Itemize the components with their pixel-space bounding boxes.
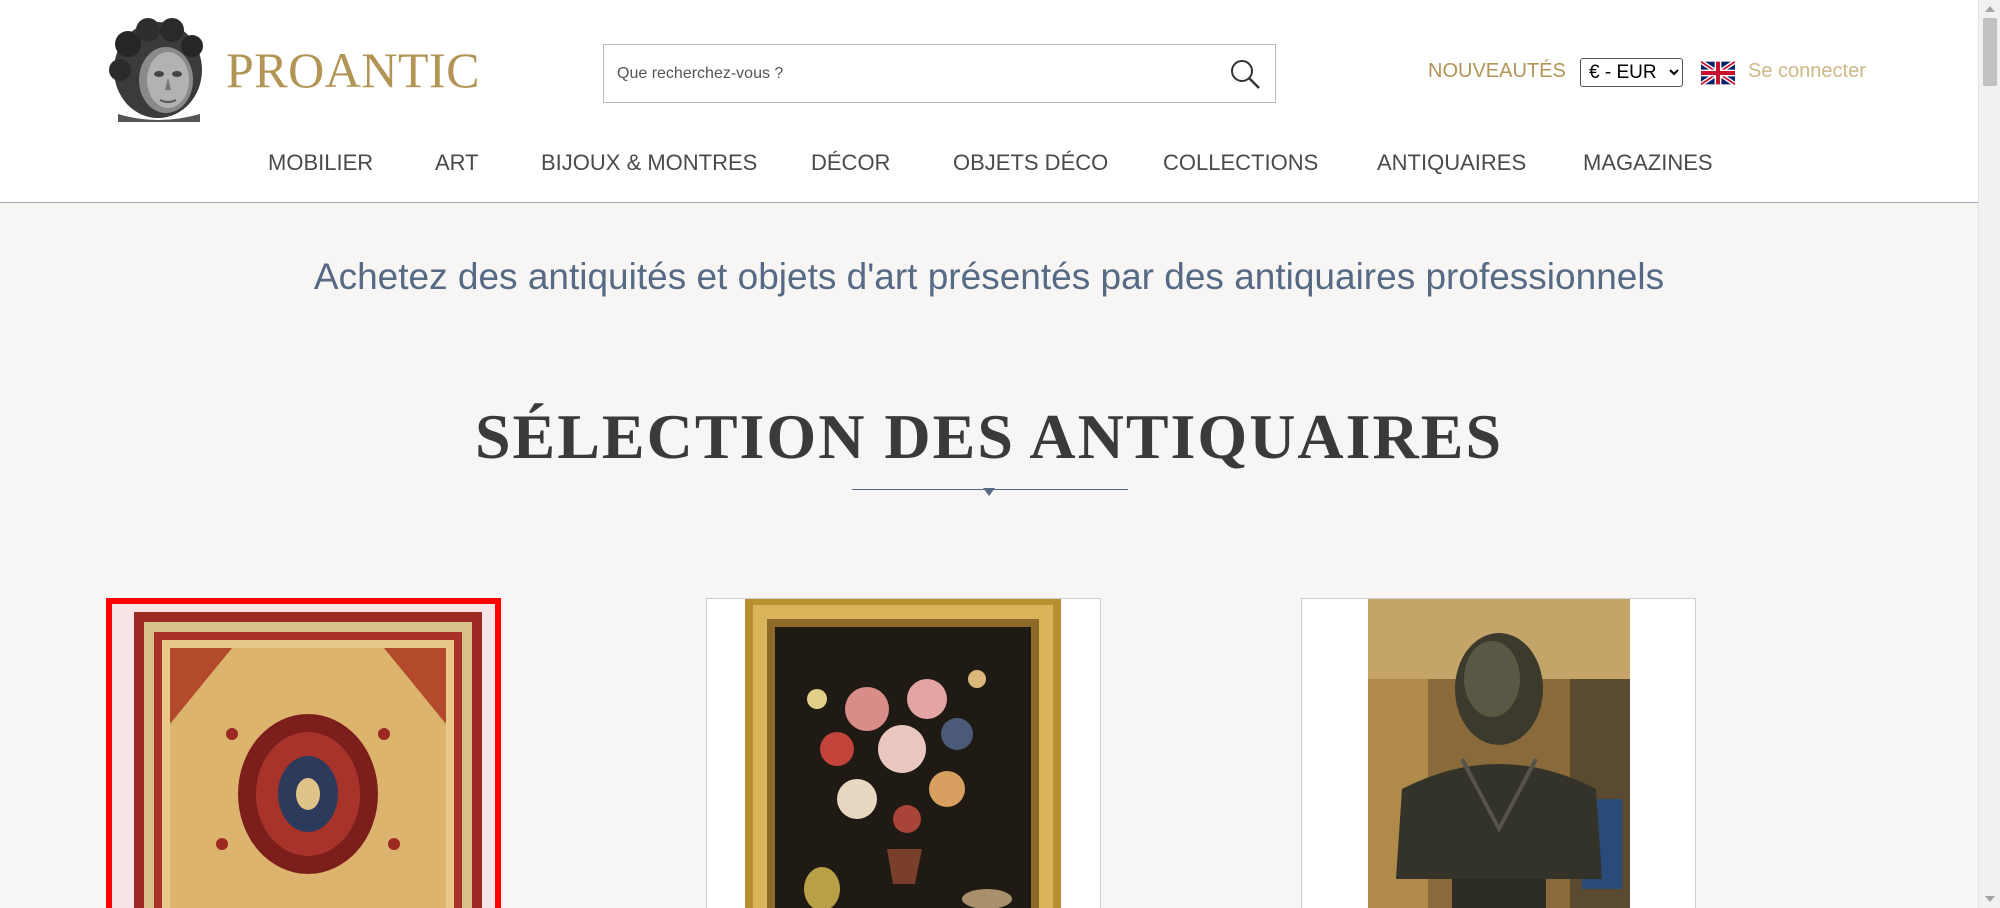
nav-item-art[interactable]: ART	[435, 150, 479, 176]
flower-still-life-painting-image	[707, 599, 1100, 908]
nav-item-collections[interactable]: COLLECTIONS	[1163, 150, 1318, 176]
currency-select[interactable]: € - EUR	[1580, 58, 1683, 87]
search-input[interactable]	[604, 45, 1215, 102]
search-icon	[1231, 59, 1260, 89]
site-header: PROANTIC NOUVEAUTÉS € - EUR Se connecter…	[0, 0, 1978, 203]
product-card-bust[interactable]	[1301, 598, 1696, 908]
search-bar	[603, 44, 1276, 103]
search-button[interactable]	[1215, 45, 1275, 102]
nouveautes-link[interactable]: NOUVEAUTÉS	[1428, 60, 1566, 83]
scroll-thumb[interactable]	[1983, 18, 1997, 86]
main-navigation: MOBILIER ART BIJOUX & MONTRES DÉCOR OBJE…	[0, 150, 1978, 180]
nav-item-objets-deco[interactable]: OBJETS DÉCO	[953, 150, 1108, 176]
sculpted-head-logo-icon	[109, 18, 203, 122]
bronze-bust-image	[1302, 599, 1695, 908]
tagline: Achetez des antiquités et objets d'art p…	[313, 256, 1665, 297]
nav-item-bijoux-montres[interactable]: BIJOUX & MONTRES	[541, 150, 757, 176]
brand-name: PROANTIC	[226, 42, 481, 98]
uk-flag-icon[interactable]	[1701, 61, 1735, 85]
nav-item-magazines[interactable]: MAGAZINES	[1583, 150, 1713, 176]
nav-item-antiquaires[interactable]: ANTIQUAIRES	[1377, 150, 1526, 176]
divider-diamond-icon	[983, 488, 995, 496]
login-link[interactable]: Se connecter	[1748, 60, 1866, 83]
section-title: SÉLECTION DES ANTIQUAIRES	[474, 401, 1504, 472]
persian-rug-image	[112, 604, 495, 908]
nav-item-mobilier[interactable]: MOBILIER	[268, 150, 373, 176]
page-scrollbar[interactable]	[1978, 0, 2000, 908]
scroll-up-arrow-icon[interactable]	[1985, 6, 1995, 12]
scroll-down-arrow-icon[interactable]	[1985, 896, 1995, 902]
brand-logo-link[interactable]: PROANTIC	[108, 18, 480, 122]
product-card-painting[interactable]	[706, 598, 1101, 908]
nav-item-decor[interactable]: DÉCOR	[811, 150, 890, 176]
product-card-rug[interactable]	[106, 598, 501, 908]
